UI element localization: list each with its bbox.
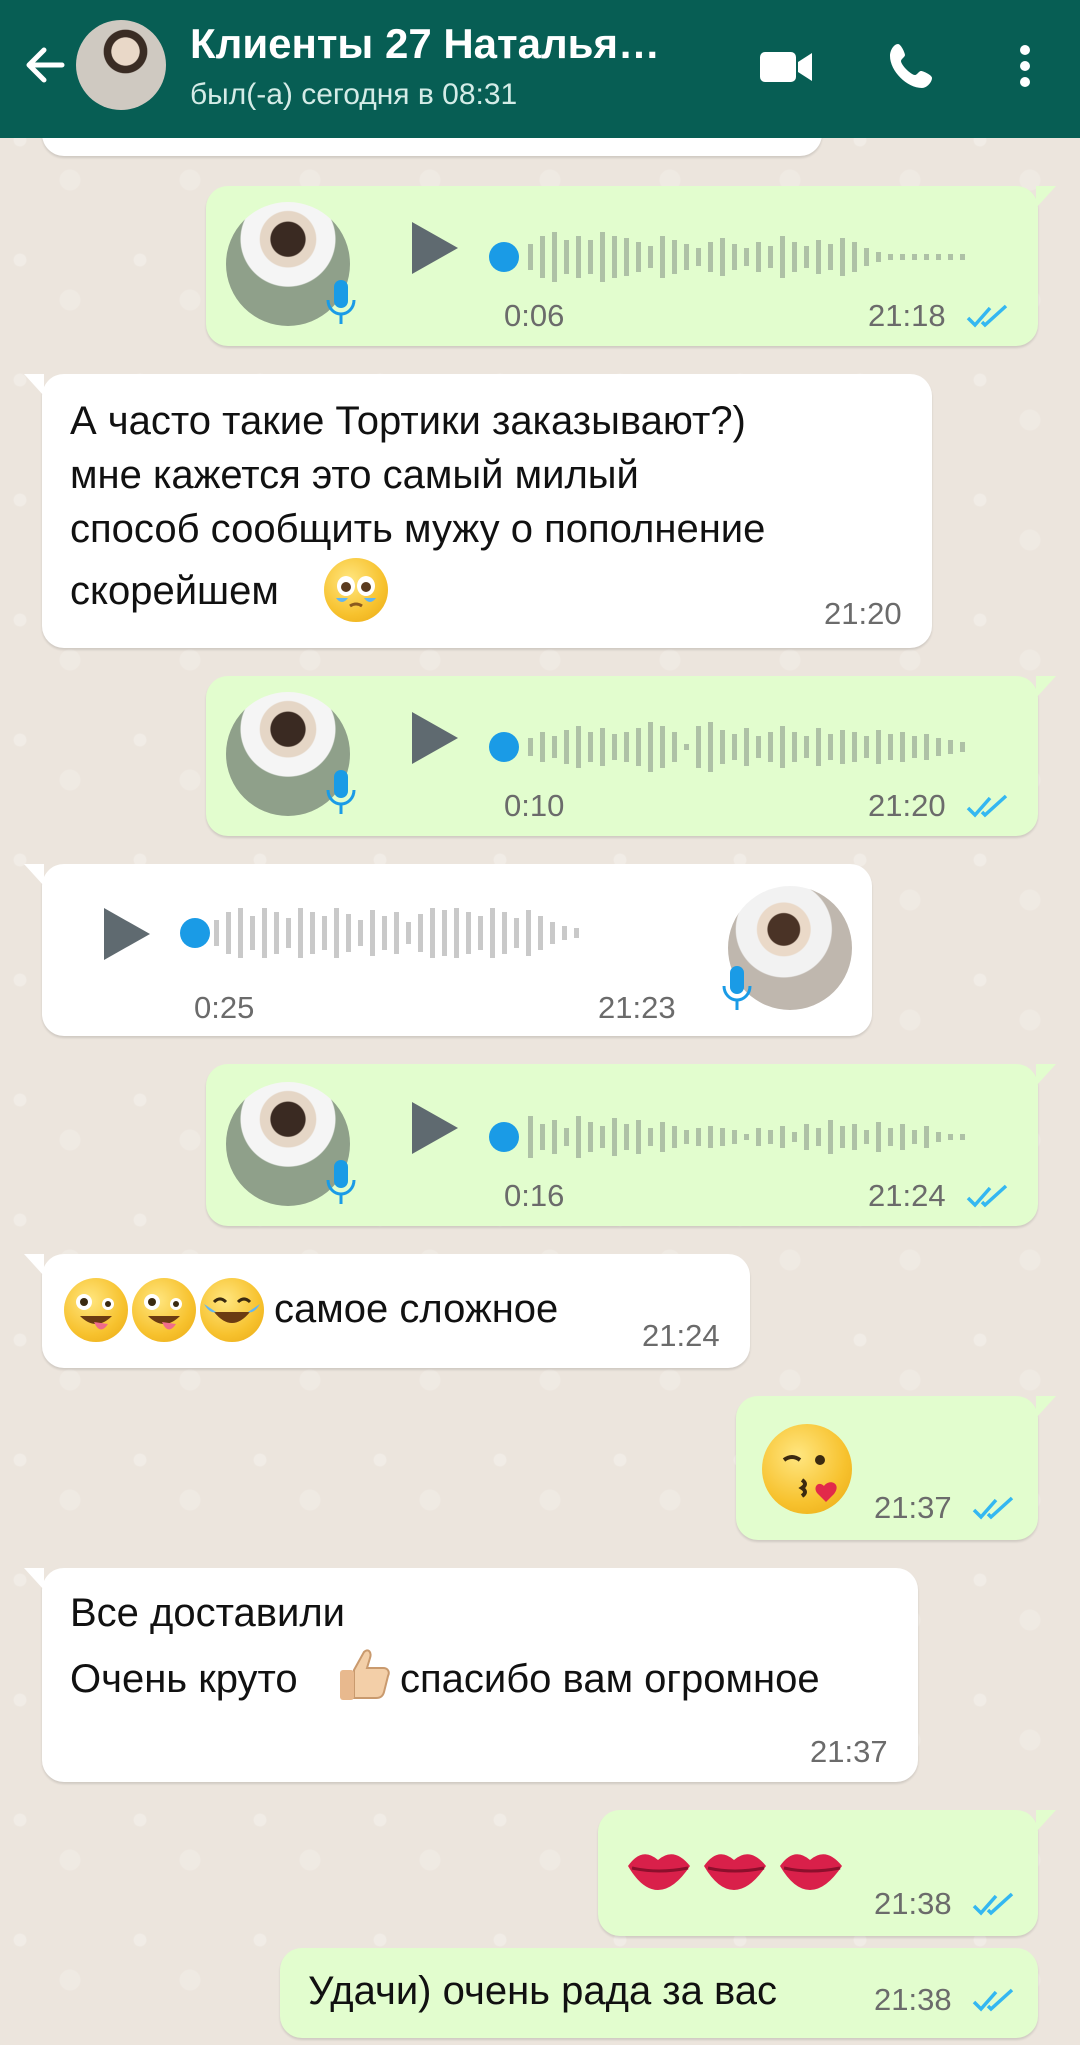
read-receipt-icon	[972, 1496, 1014, 1520]
contact-avatar[interactable]	[76, 20, 166, 110]
message-line: Все доставили	[70, 1591, 346, 1635]
message-line: скорейшем	[70, 569, 279, 613]
outgoing-emoji-message[interactable]: 21:37	[736, 1396, 1056, 1540]
voice-duration: 0:25	[194, 990, 255, 1025]
incoming-text-message[interactable]: самое сложное 21:24	[24, 1254, 750, 1368]
phone-call-icon[interactable]	[882, 36, 942, 96]
last-seen-status: был(-а) сегодня в 08:31	[190, 78, 518, 111]
message-time: 21:24	[868, 1178, 946, 1213]
audio-waveform[interactable]	[172, 898, 692, 968]
message-line: спасибо вам огромное	[400, 1657, 820, 1701]
voice-duration: 0:10	[504, 788, 565, 823]
video-call-icon[interactable]	[756, 36, 816, 96]
incoming-text-message[interactable]: А часто такие Тортики заказывают?) мне к…	[24, 374, 932, 648]
play-button-icon[interactable]	[98, 904, 154, 964]
message-time: 21:20	[824, 596, 902, 631]
audio-waveform[interactable]	[486, 222, 1006, 292]
microphone-icon	[326, 770, 356, 814]
microphone-icon	[722, 966, 752, 1010]
incoming-text-message[interactable]: Все доставили Очень круто спасибо вам ог…	[24, 1568, 918, 1782]
more-options-icon[interactable]	[1000, 36, 1050, 96]
read-receipt-icon	[966, 1184, 1008, 1208]
chat-header: Клиенты 27 Наталья… был(-а) сегодня в 08…	[0, 0, 1080, 138]
message-time: 21:37	[810, 1734, 888, 1769]
message-line: Очень круто	[70, 1657, 298, 1701]
read-receipt-icon	[966, 794, 1008, 818]
flushed-teary-face-emoji	[324, 558, 388, 622]
incoming-voice-message[interactable]: 0:25 21:23	[24, 864, 872, 1036]
message-text: самое сложное	[274, 1287, 559, 1331]
message-time: 21:18	[868, 298, 946, 333]
message-time: 21:37	[874, 1490, 952, 1525]
message-line: способ сообщить мужу о пополнение	[70, 507, 766, 551]
zany-face-emoji	[132, 1278, 196, 1342]
outgoing-voice-message[interactable]: 0:10 21:20	[206, 676, 1056, 836]
play-button-icon[interactable]	[406, 708, 462, 768]
audio-waveform[interactable]	[486, 1102, 1006, 1172]
tears-of-joy-emoji	[200, 1278, 264, 1342]
play-button-icon[interactable]	[406, 1098, 462, 1158]
audio-waveform[interactable]	[486, 712, 1006, 782]
outgoing-voice-message[interactable]: 0:16 21:24	[206, 1064, 1056, 1226]
read-receipt-icon	[972, 1988, 1014, 2012]
contact-name[interactable]: Клиенты 27 Наталья…	[190, 20, 660, 68]
kiss-mark-emoji	[704, 1854, 766, 1890]
outgoing-voice-message[interactable]: 0:06 21:18	[206, 186, 1056, 346]
microphone-icon	[326, 280, 356, 324]
message-time: 21:24	[642, 1318, 720, 1353]
back-arrow-icon[interactable]	[18, 38, 72, 92]
zany-face-emoji	[64, 1278, 128, 1342]
play-button-icon[interactable]	[406, 218, 462, 278]
message-time: 21:20	[868, 788, 946, 823]
outgoing-emoji-message[interactable]: 21:38	[598, 1810, 1056, 1936]
message-time: 21:38	[874, 1982, 952, 2017]
message-text: Удачи) очень рада за вас	[308, 1969, 778, 2013]
face-blowing-kiss-emoji	[762, 1424, 852, 1514]
outgoing-text-message[interactable]: Удачи) очень рада за вас 21:38	[280, 1948, 1038, 2038]
message-time: 21:23	[598, 990, 676, 1025]
voice-duration: 0:06	[504, 298, 565, 333]
kiss-mark-emoji	[628, 1854, 690, 1890]
message-time: 21:38	[874, 1886, 952, 1921]
voice-duration: 0:16	[504, 1178, 565, 1213]
read-receipt-icon	[972, 1892, 1014, 1916]
microphone-icon	[326, 1160, 356, 1204]
kiss-mark-emoji	[780, 1854, 842, 1890]
message-line: мне кажется это самый милый	[70, 453, 639, 497]
read-receipt-icon	[966, 304, 1008, 328]
thumbs-up-emoji	[340, 1649, 390, 1700]
message-line: А часто такие Тортики заказывают?)	[70, 399, 746, 443]
